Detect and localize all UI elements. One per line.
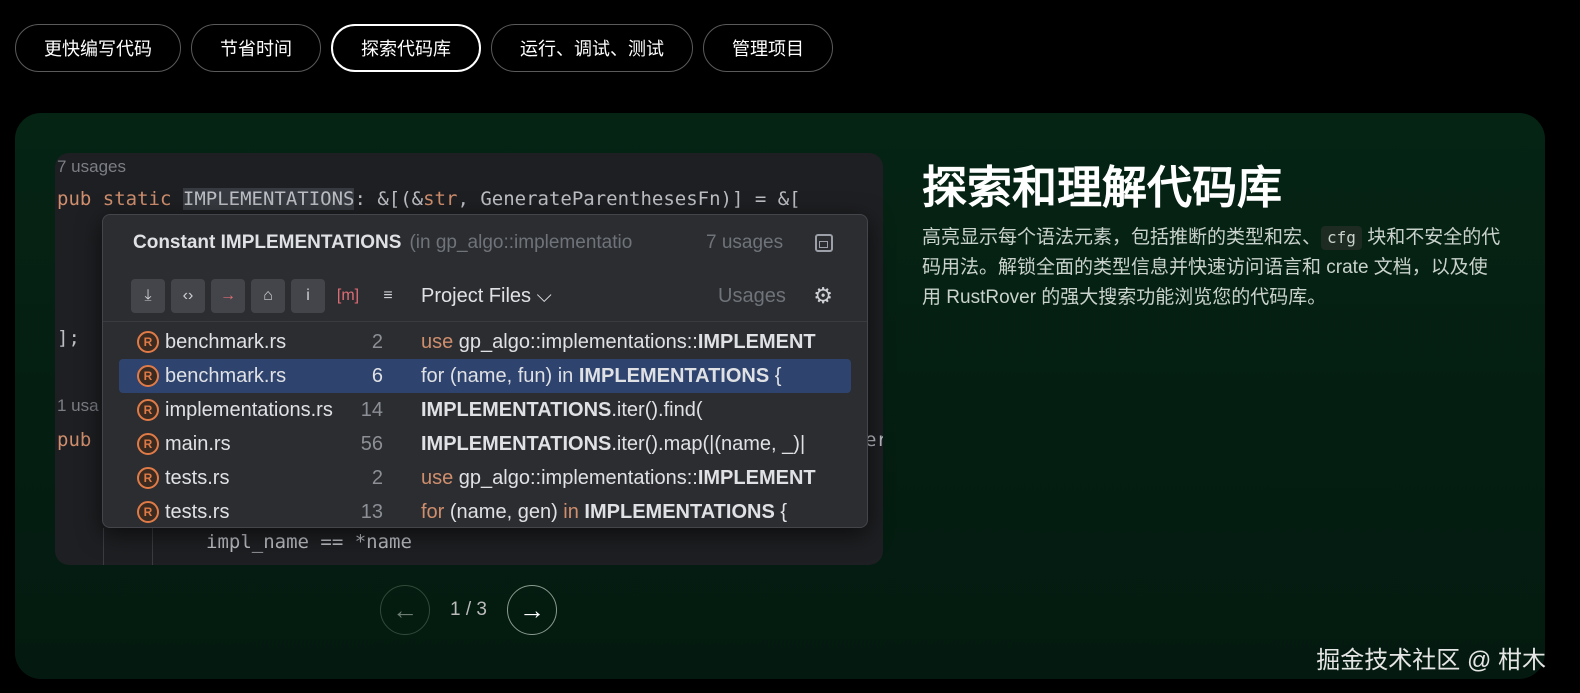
line-number: 6 — [371, 364, 383, 387]
usage-snippet: for (name, fun) in IMPLEMENTATIONS { — [421, 365, 841, 388]
tab-run-debug-test[interactable]: 运行、调试、测试 — [491, 24, 693, 72]
usage-snippet: for (name, gen) in IMPLEMENTATIONS { — [421, 501, 841, 524]
line-number: 2 — [371, 466, 383, 489]
usage-snippet: use gp_algo::implementations::IMPLEMENT — [421, 331, 841, 354]
section-description: 高亮显示每个语法元素，包括推断的类型和宏、 cfg 块和不安全的代码用法。解锁全面… — [922, 223, 1502, 313]
rust-file-icon: R — [137, 433, 159, 455]
snippet-match: IMPLEMENTATIONS — [421, 398, 612, 421]
description-text: 高亮显示每个语法元素，包括推断的类型和宏、 — [922, 227, 1322, 248]
code-line-declaration: pub static IMPLEMENTATIONS: &[(&str, Gen… — [57, 188, 801, 210]
divider — [103, 321, 867, 322]
snippet-text: .iter().map(|(name, _)| — [611, 432, 806, 455]
usages-list: R benchmark.rs 2 use gp_algo::implementa… — [119, 325, 851, 527]
carousel-pager: ← 1 / 3 → — [380, 585, 557, 635]
tab-manage-project[interactable]: 管理项目 — [703, 24, 833, 72]
keyword-static: static — [102, 188, 172, 210]
file-name: implementations.rs — [165, 398, 333, 421]
write-access-icon[interactable]: → — [211, 279, 245, 313]
method-filter-icon[interactable]: [m] — [331, 279, 365, 313]
snippet-keyword: for — [421, 500, 445, 523]
keyword-str: str — [423, 188, 458, 210]
page-indicator: 1 / 3 — [450, 599, 487, 620]
section-heading: 探索和理解代码库 — [922, 162, 1283, 213]
file-name: tests.rs — [165, 466, 230, 489]
merge-icon[interactable]: ⤓ — [131, 279, 165, 313]
read-access-icon[interactable]: ‹› — [171, 279, 205, 313]
file-name: main.rs — [165, 432, 231, 455]
keyword-pub-lower: pub — [57, 429, 92, 451]
tab-explore-codebase[interactable]: 探索代码库 — [331, 24, 481, 72]
feature-tabs: 更快编写代码 节省时间 探索代码库 运行、调试、测试 管理项目 — [15, 24, 833, 72]
file-name: tests.rs — [165, 500, 230, 523]
watermark: 掘金技术社区 @ 柑木 — [1316, 647, 1546, 674]
scope-dropdown[interactable]: Project Files ⌵ — [421, 285, 552, 308]
popup-toolbar: ⤓ ‹› → ⌂ i [m] ≡ Project Files ⌵ Usages … — [103, 271, 867, 321]
module-folder-icon[interactable]: ⌂ — [251, 279, 285, 313]
file-name: benchmark.rs — [165, 330, 287, 353]
snippet-keyword: in — [563, 500, 579, 523]
rust-file-icon: R — [137, 365, 159, 387]
line-number: 14 — [360, 398, 383, 421]
popup-title: Constant IMPLEMENTATIONS — [133, 232, 402, 253]
identifier: IMPLEMENTATIONS — [182, 188, 355, 210]
popup-subtitle: (in gp_algo::implementatio — [409, 232, 633, 253]
tab-write-faster[interactable]: 更快编写代码 — [15, 24, 181, 72]
usages-hint: 7 usages — [57, 157, 126, 176]
rust-file-icon: R — [137, 501, 159, 523]
snippet-text: (name, gen) — [444, 500, 564, 523]
code-fragment: , GenerateParenthesesFn)] = &[ — [457, 188, 801, 210]
popup-header: Constant IMPLEMENTATIONS (in gp_algo::im… — [103, 215, 867, 271]
indent-guide — [152, 528, 153, 565]
file-name: benchmark.rs — [165, 364, 287, 387]
usages-hint-lower: 1 usa — [57, 396, 99, 415]
usages-count: 7 usages — [706, 232, 784, 253]
usage-row[interactable]: R implementations.rs 14 IMPLEMENTATIONS.… — [119, 393, 851, 427]
usage-row[interactable]: R benchmark.rs 2 use gp_algo::implementa… — [119, 325, 851, 359]
snippet-keyword: use — [421, 330, 454, 353]
usage-row[interactable]: R main.rs 56 IMPLEMENTATIONS.iter().map(… — [119, 427, 851, 461]
gear-icon[interactable]: ⚙ — [813, 283, 833, 309]
snippet-text: gp_algo::implementations:: — [453, 466, 698, 489]
feature-panel: 7 usages pub static IMPLEMENTATIONS: &[(… — [15, 113, 1545, 679]
preview-icon[interactable]: ≡ — [371, 279, 405, 313]
find-usages-popup: Constant IMPLEMENTATIONS (in gp_algo::im… — [102, 214, 868, 528]
snippet-match: IMPLEMENTATIONS — [578, 500, 775, 523]
tab-save-time[interactable]: 节省时间 — [191, 24, 321, 72]
usage-row[interactable]: R tests.rs 13 for (name, gen) in IMPLEME… — [119, 495, 851, 527]
rust-file-icon: R — [137, 399, 159, 421]
open-in-window-icon[interactable] — [815, 234, 833, 252]
line-number: 56 — [360, 432, 383, 455]
snippet-text: .iter().find( — [611, 398, 703, 421]
rust-file-icon: R — [137, 331, 159, 353]
line-number: 13 — [360, 500, 383, 523]
usage-snippet: IMPLEMENTATIONS.iter().map(|(name, _)| — [421, 433, 841, 456]
snippet-keyword: use — [421, 466, 454, 489]
indent-guide — [103, 528, 104, 565]
code-line-close: ]; — [57, 327, 80, 349]
snippet-match: IMPLEMENT — [697, 330, 816, 353]
snippet-text: { — [769, 364, 782, 387]
info-icon[interactable]: i — [291, 279, 325, 313]
snippet-text: for (name, fun) in — [421, 364, 579, 387]
next-arrow-button[interactable]: → — [507, 585, 557, 635]
code-fragment: : &[(& — [354, 188, 424, 210]
usage-row[interactable]: R tests.rs 2 use gp_algo::implementation… — [119, 461, 851, 495]
usages-label: Usages — [718, 284, 786, 307]
inline-code: cfg — [1321, 226, 1362, 250]
prev-arrow-button[interactable]: ← — [380, 585, 430, 635]
line-number: 2 — [371, 330, 383, 353]
keyword-pub: pub — [57, 188, 92, 210]
usage-snippet: use gp_algo::implementations::IMPLEMENT — [421, 467, 841, 490]
usage-row-selected[interactable]: R benchmark.rs 6 for (name, fun) in IMPL… — [119, 359, 851, 393]
usage-snippet: IMPLEMENTATIONS.iter().find( — [421, 399, 841, 422]
code-line-impl: impl_name == *name — [206, 531, 412, 553]
snippet-match: IMPLEMENT — [697, 466, 816, 489]
snippet-text: gp_algo::implementations:: — [453, 330, 698, 353]
snippet-text: { — [774, 500, 788, 523]
rust-file-icon: R — [137, 467, 159, 489]
snippet-match: IMPLEMENTATIONS — [578, 364, 770, 387]
snippet-match: IMPLEMENTATIONS — [421, 432, 612, 455]
